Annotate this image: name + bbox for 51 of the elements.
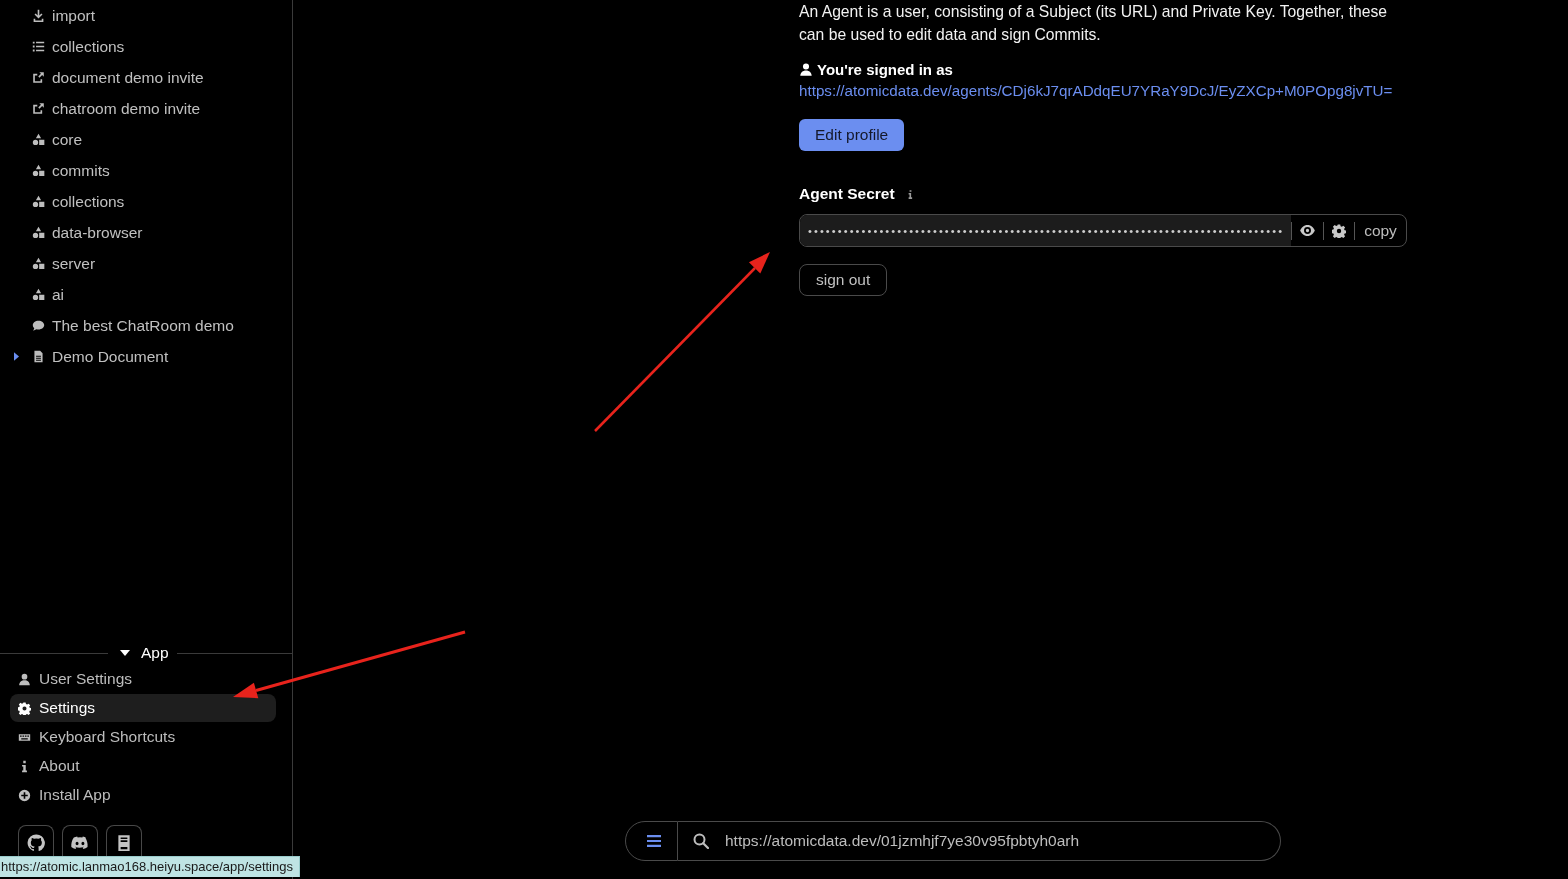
user-icon xyxy=(799,61,813,77)
list-icon xyxy=(32,40,45,53)
settings-icon xyxy=(18,701,31,715)
signed-in-label: You're signed in as xyxy=(817,60,953,78)
menu-item[interactable]: About xyxy=(10,752,276,780)
secret-field[interactable]: •••••••••••••••••••••••••••••••••••••••••••••••••••••••••••••••••••••••••••••••• xyxy=(800,215,1291,246)
menu-icon xyxy=(646,835,661,847)
caret-icon[interactable] xyxy=(14,352,19,361)
search-icon xyxy=(693,833,709,849)
sidebar-item[interactable]: commits xyxy=(0,155,292,186)
shapes-icon xyxy=(32,164,45,177)
status-url: https://atomic.lanmao168.heiyu.space/app/settings xyxy=(0,856,300,877)
shapes-icon xyxy=(32,195,45,208)
sidebar-item[interactable]: collections xyxy=(0,186,292,217)
settings-icon xyxy=(1332,223,1346,238)
menu-item[interactable]: Settings xyxy=(10,694,276,722)
caret-icon[interactable] xyxy=(120,650,130,656)
sign-out-button[interactable]: sign out xyxy=(799,264,888,296)
sidebar-item[interactable]: document demo invite xyxy=(0,62,292,93)
file-icon xyxy=(32,350,45,363)
sidebar-item[interactable]: ai xyxy=(0,279,292,310)
sidebar-item[interactable]: Demo Document xyxy=(0,341,292,372)
document-icon xyxy=(115,833,133,852)
shapes-icon xyxy=(32,133,45,146)
menu-item[interactable]: Install App xyxy=(10,781,276,809)
download-icon xyxy=(32,9,45,22)
shapes-icon xyxy=(32,257,45,270)
description-text: An Agent is a user, consisting of a Subject (its URL) and Private Key. Together, these can be used to edit data and sign Commits. xyxy=(799,2,1389,45)
sidebar-item[interactable]: data-browser xyxy=(0,217,292,248)
section-toggle[interactable]: App xyxy=(108,641,177,665)
secret-label: Agent Secret xyxy=(799,185,895,203)
menu-item[interactable]: Keyboard Shortcuts xyxy=(10,723,276,751)
user-icon xyxy=(18,672,31,686)
share-icon xyxy=(32,71,45,84)
sidebar-item[interactable]: The best ChatRoom demo xyxy=(0,310,292,341)
share-icon xyxy=(32,102,45,115)
info-icon[interactable] xyxy=(907,188,913,200)
shapes-icon xyxy=(32,226,45,239)
sidebar-item[interactable]: collections xyxy=(0,31,292,62)
sidebar-item[interactable]: server xyxy=(0,248,292,279)
github-icon xyxy=(27,833,45,852)
menu-item[interactable]: User Settings xyxy=(10,665,276,693)
sidebar-item[interactable]: import xyxy=(0,0,292,31)
agent-link[interactable]: https://atomicdata.dev/agents/CDj6kJ7qrADdqEU7YRaY9DcJ/EyZXCp+M0POpg8jvTU= xyxy=(799,80,1393,102)
eye-icon xyxy=(1300,225,1315,236)
copy-button[interactable]: copy xyxy=(1355,215,1406,246)
sidebar-item[interactable]: core xyxy=(0,124,292,155)
edit-profile-button[interactable]: Edit profile xyxy=(799,119,905,151)
shapes-icon xyxy=(32,288,45,301)
chat-bubble-icon xyxy=(32,319,45,332)
sidebar-item[interactable]: chatroom demo invite xyxy=(0,93,292,124)
